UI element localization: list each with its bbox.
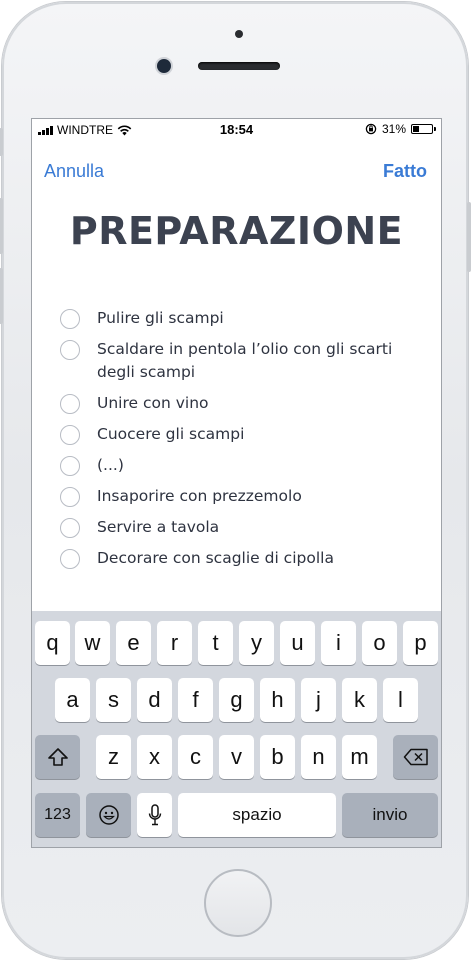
battery-fill: [413, 126, 419, 132]
battery-percent: 31%: [381, 122, 406, 136]
key-t[interactable]: t: [198, 621, 233, 665]
status-bar: WINDTRE 18:54 31%: [32, 119, 441, 141]
key-w[interactable]: w: [75, 621, 110, 665]
step-text[interactable]: Decorare con scaglie di cipolla: [97, 547, 435, 570]
checkbox-circle[interactable]: [60, 309, 80, 329]
list-item: Unire con vino: [60, 392, 435, 415]
return-key[interactable]: invio: [342, 793, 438, 837]
key-c[interactable]: c: [178, 735, 213, 779]
battery-icon: [411, 124, 436, 134]
earpiece-speaker: [198, 62, 280, 70]
step-text[interactable]: (...): [97, 454, 435, 477]
key-a[interactable]: a: [55, 678, 90, 722]
key-b[interactable]: b: [260, 735, 295, 779]
key-o[interactable]: o: [362, 621, 397, 665]
mute-switch: [0, 128, 3, 156]
key-y[interactable]: y: [239, 621, 274, 665]
checkbox-circle[interactable]: [60, 456, 80, 476]
key-v[interactable]: v: [219, 735, 254, 779]
key-k[interactable]: k: [342, 678, 377, 722]
key-i[interactable]: i: [321, 621, 356, 665]
key-j[interactable]: j: [301, 678, 336, 722]
checkbox-circle[interactable]: [60, 487, 80, 507]
steps-list: Pulire gli scampi Scaldare in pentola l’…: [60, 307, 435, 570]
orientation-lock-icon: [365, 123, 377, 135]
step-text[interactable]: Pulire gli scampi: [97, 307, 435, 330]
key-d[interactable]: d: [137, 678, 172, 722]
cancel-button[interactable]: Annulla: [44, 161, 104, 182]
microphone-icon: [148, 804, 161, 826]
key-u[interactable]: u: [280, 621, 315, 665]
key-g[interactable]: g: [219, 678, 254, 722]
screen: WINDTRE 18:54 31% Annulla Fatto PREPARAZ…: [32, 119, 441, 847]
key-l[interactable]: l: [383, 678, 418, 722]
checkbox-circle[interactable]: [60, 394, 80, 414]
list-item: Decorare con scaglie di cipolla: [60, 547, 435, 570]
key-h[interactable]: h: [260, 678, 295, 722]
power-button: [467, 202, 471, 272]
checkbox-circle[interactable]: [60, 340, 80, 360]
space-key[interactable]: spazio: [178, 793, 336, 837]
dictation-key[interactable]: [137, 793, 172, 837]
checkbox-circle[interactable]: [60, 425, 80, 445]
shift-key[interactable]: [35, 735, 80, 779]
emoji-key[interactable]: [86, 793, 131, 837]
proximity-sensor: [235, 30, 243, 38]
list-item: (...): [60, 454, 435, 477]
home-button[interactable]: [204, 869, 272, 937]
key-e[interactable]: e: [116, 621, 151, 665]
list-item: Insaporire con prezzemolo: [60, 485, 435, 508]
done-button[interactable]: Fatto: [383, 161, 427, 182]
emoji-icon: [98, 805, 119, 825]
backspace-key[interactable]: [393, 735, 438, 779]
volume-up-button: [0, 198, 3, 254]
backspace-icon: [403, 748, 428, 766]
key-r[interactable]: r: [157, 621, 192, 665]
key-s[interactable]: s: [96, 678, 131, 722]
front-camera: [157, 59, 171, 73]
key-z[interactable]: z: [96, 735, 131, 779]
step-text[interactable]: Insaporire con prezzemolo: [97, 485, 435, 508]
shift-arrow-icon: [47, 748, 68, 766]
checkbox-circle[interactable]: [60, 549, 80, 569]
step-text[interactable]: Servire a tavola: [97, 516, 435, 539]
list-item: Pulire gli scampi: [60, 307, 435, 330]
key-p[interactable]: p: [403, 621, 438, 665]
checkbox-circle[interactable]: [60, 518, 80, 538]
key-x[interactable]: x: [137, 735, 172, 779]
step-text[interactable]: Unire con vino: [97, 392, 435, 415]
list-item: Servire a tavola: [60, 516, 435, 539]
key-m[interactable]: m: [342, 735, 377, 779]
key-q[interactable]: q: [35, 621, 70, 665]
step-text[interactable]: Cuocere gli scampi: [97, 423, 435, 446]
key-f[interactable]: f: [178, 678, 213, 722]
list-item: Cuocere gli scampi: [60, 423, 435, 446]
page-title: PREPARAZIONE: [69, 209, 404, 253]
list-item: Scaldare in pentola l’olio con gli scart…: [60, 338, 435, 384]
volume-down-button: [0, 268, 3, 324]
key-n[interactable]: n: [301, 735, 336, 779]
keyboard: q w e r t y u i o p a s d f g h j k l z …: [32, 611, 441, 847]
step-text[interactable]: Scaldare in pentola l’olio con gli scart…: [97, 338, 435, 384]
numbers-key[interactable]: 123: [35, 793, 80, 837]
